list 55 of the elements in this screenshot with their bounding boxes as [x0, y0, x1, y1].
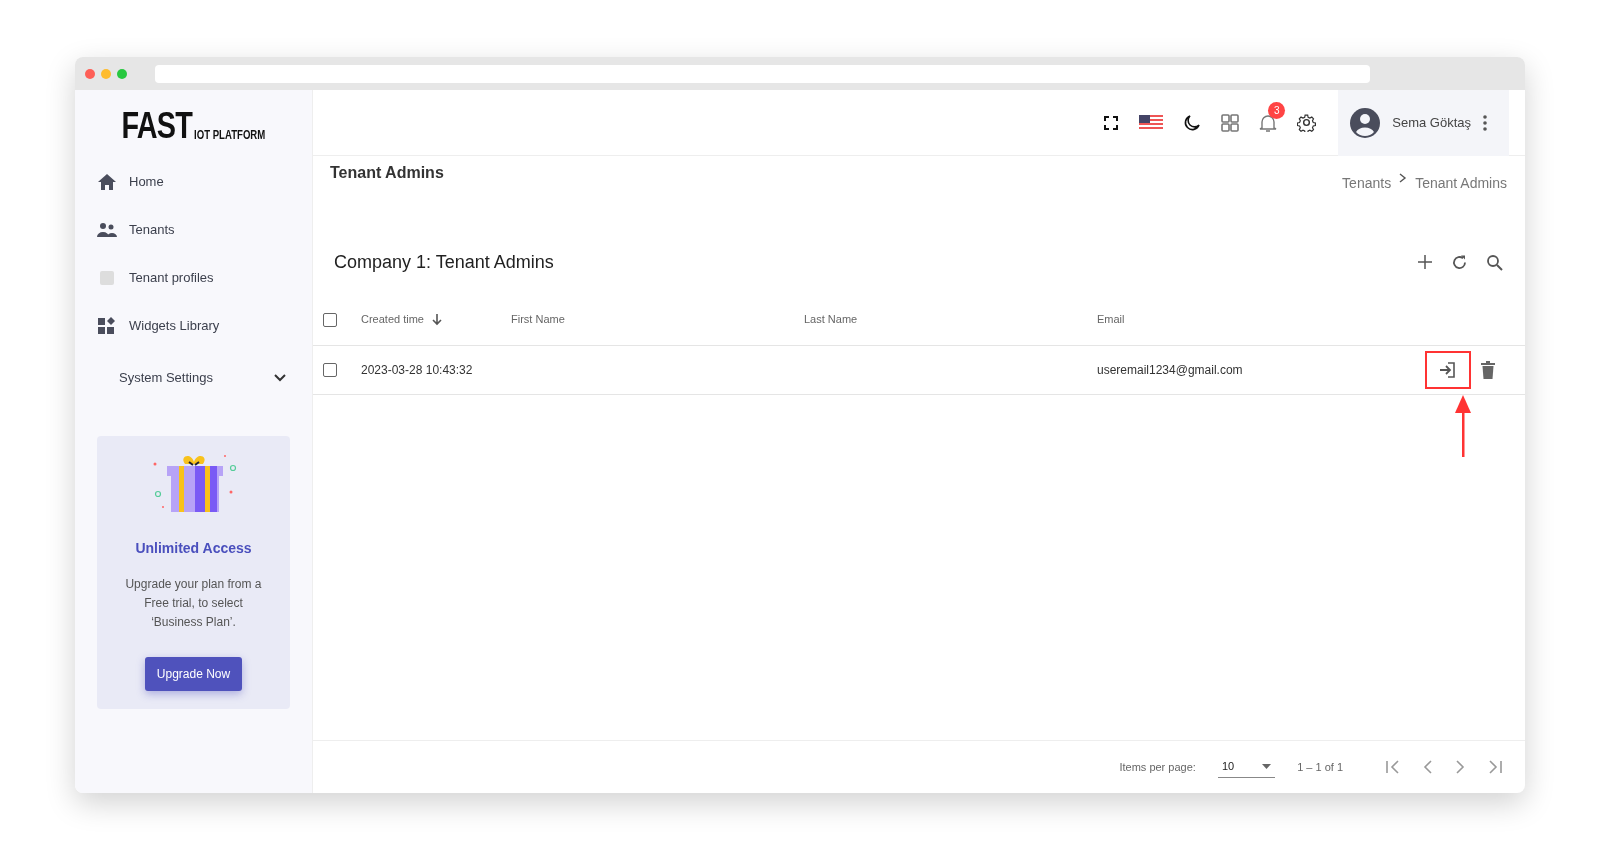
- settings-icon[interactable]: [1297, 113, 1317, 132]
- row-checkbox[interactable]: [323, 363, 337, 377]
- login-icon[interactable]: [1439, 361, 1457, 379]
- home-icon: [97, 173, 117, 191]
- minimize-dot[interactable]: [101, 68, 111, 79]
- profile-icon: [97, 271, 117, 285]
- user-name: Sema Göktaş: [1392, 113, 1471, 132]
- select-all-checkbox[interactable]: [323, 312, 337, 327]
- grid-icon[interactable]: [1221, 113, 1240, 132]
- first-page-icon[interactable]: [1385, 760, 1401, 774]
- delete-icon[interactable]: [1481, 361, 1495, 379]
- sidebar-item[interactable]: Tenants: [75, 206, 312, 254]
- logo-subtitle: IOT PLATFORM: [193, 127, 266, 144]
- people-icon: [97, 222, 117, 238]
- moon-icon[interactable]: [1183, 113, 1202, 132]
- previous-page-icon[interactable]: [1423, 760, 1433, 774]
- sort-arrow-icon: [432, 313, 442, 326]
- page-size-select[interactable]: 10: [1217, 756, 1276, 778]
- add-icon[interactable]: [1417, 253, 1433, 271]
- page-range: 1 – 1 of 1: [1297, 759, 1343, 775]
- annotation-arrow: [1455, 395, 1471, 457]
- column-header: Email: [1097, 312, 1125, 328]
- sidebar-item[interactable]: Widgets Library: [75, 302, 312, 350]
- upgrade-button[interactable]: Upgrade Now: [144, 656, 243, 691]
- dropdown-caret-icon: [1262, 764, 1272, 769]
- table-cell-text: 2023-03-28 10:43:32: [361, 362, 473, 379]
- bell-icon[interactable]: [1259, 112, 1278, 133]
- close-dot[interactable]: [85, 68, 95, 79]
- widgets-icon: [97, 317, 117, 335]
- user-menu[interactable]: Sema Göktaş: [1338, 89, 1509, 156]
- sidebar-item[interactable]: Tenant profiles: [75, 254, 312, 302]
- zoom-dot[interactable]: [117, 68, 127, 79]
- column-header: First Name: [511, 312, 565, 328]
- refresh-icon[interactable]: [1451, 253, 1468, 271]
- sidebar-item[interactable]: Home: [75, 158, 312, 206]
- table-title: Company 1: Tenant Admins: [334, 250, 554, 274]
- fullscreen-icon[interactable]: [1103, 114, 1120, 131]
- flag-icon[interactable]: [1139, 114, 1164, 131]
- last-page-icon[interactable]: [1487, 760, 1503, 774]
- breadcrumb-link[interactable]: Tenants: [1342, 173, 1392, 194]
- next-page-icon[interactable]: [1455, 760, 1465, 774]
- notification-badge: 3: [1268, 101, 1286, 119]
- items-per-page-label: Items per page:: [1119, 759, 1196, 775]
- logo-text: FAST: [121, 108, 192, 144]
- table-cell-text: useremail1234@gmail.com: [1097, 362, 1243, 379]
- promo-text: Upgrade your plan from a Free trial, to select ‘Business Plan’.: [124, 576, 263, 632]
- page-title: Tenant Admins: [330, 163, 444, 183]
- column-header[interactable]: Created time: [361, 311, 424, 328]
- more-icon: [1483, 114, 1487, 131]
- promo-title: Unlimited Access: [134, 539, 253, 558]
- search-icon[interactable]: [1486, 253, 1503, 271]
- column-header: Last Name: [804, 312, 858, 328]
- sidebar-group[interactable]: System Settings: [75, 354, 312, 402]
- avatar-icon: [1350, 107, 1381, 138]
- breadcrumb-separator-icon: [1399, 173, 1408, 183]
